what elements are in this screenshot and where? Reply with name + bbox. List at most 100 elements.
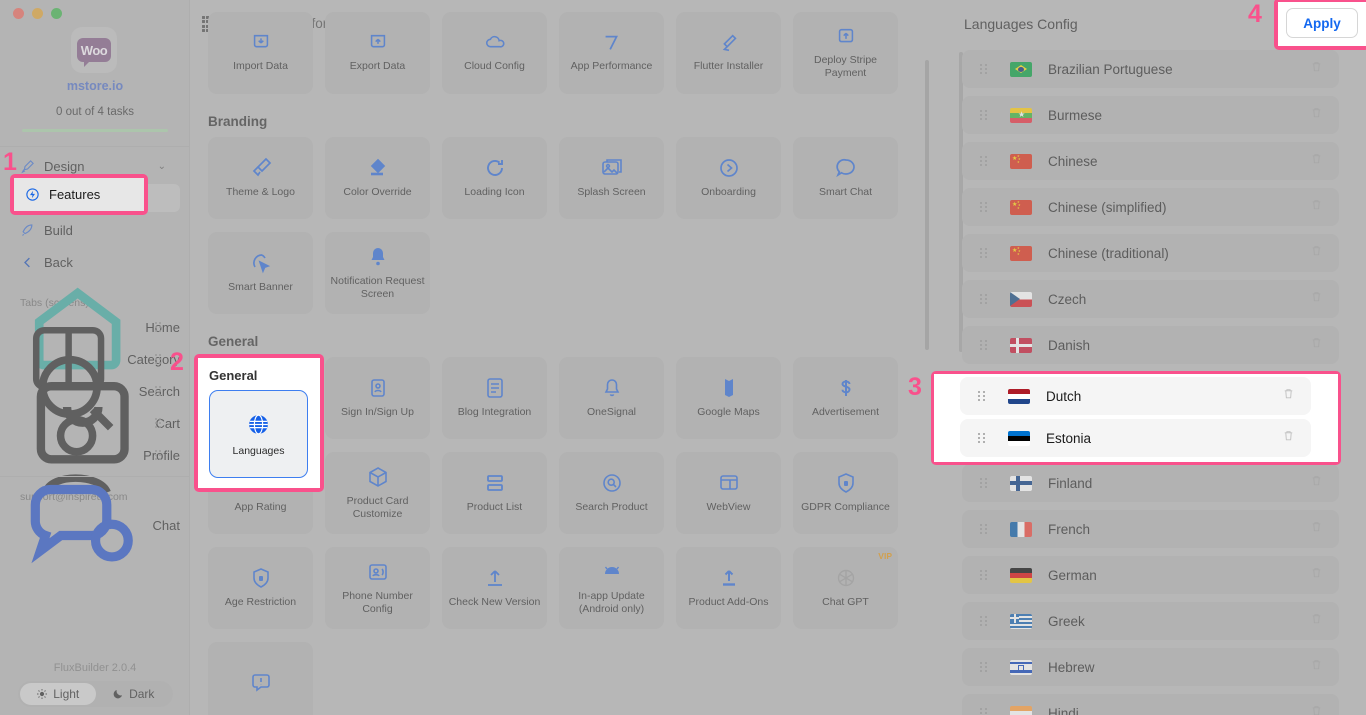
- drag-handle-icon[interactable]: [980, 64, 988, 75]
- feature-card-export-data[interactable]: Export Data: [325, 12, 430, 94]
- delete-language-button[interactable]: [1310, 519, 1323, 539]
- feature-card-product-card-customize[interactable]: Product Card Customize: [325, 452, 430, 534]
- sidebar-item-features-highlighted[interactable]: Features: [14, 178, 144, 211]
- delete-language-button[interactable]: [1310, 473, 1323, 493]
- feature-card-phone-number-config[interactable]: Phone Number Config: [325, 547, 430, 629]
- window-controls[interactable]: [13, 8, 62, 19]
- delete-language-button[interactable]: [1310, 151, 1323, 171]
- feature-card-age-restriction[interactable]: Age Restriction: [208, 547, 313, 629]
- drag-handle-icon[interactable]: [980, 662, 988, 673]
- feature-card-flutter-installer[interactable]: Flutter Installer: [676, 12, 781, 94]
- language-row[interactable]: Danish: [962, 326, 1339, 364]
- delete-language-button[interactable]: [1310, 657, 1323, 677]
- delete-language-button[interactable]: [1310, 243, 1323, 263]
- drag-handle-icon[interactable]: [155, 322, 162, 332]
- feature-card-smart-banner[interactable]: Smart Banner: [208, 232, 313, 314]
- language-rows-highlighted[interactable]: Dutch Estonia: [934, 374, 1338, 462]
- feature-card-cloud-config[interactable]: Cloud Config: [442, 12, 547, 94]
- language-row[interactable]: Czech: [962, 280, 1339, 318]
- language-row[interactable]: French: [962, 510, 1339, 548]
- chevron-down-icon[interactable]: ⌄: [158, 161, 166, 172]
- drag-handle-icon[interactable]: [155, 450, 162, 460]
- feature-card-notification-request-screen[interactable]: Notification Request Screen: [325, 232, 430, 314]
- feature-card-webview[interactable]: WebView: [676, 452, 781, 534]
- delete-language-button[interactable]: [1310, 565, 1323, 585]
- language-row[interactable]: ★★★★Chinese (simplified): [962, 188, 1339, 226]
- delete-language-button[interactable]: [1310, 59, 1323, 79]
- feature-card-gdpr-compliance[interactable]: GDPR Compliance: [793, 452, 898, 534]
- feature-card-google-maps[interactable]: Google Maps: [676, 357, 781, 439]
- delete-language-button[interactable]: [1282, 428, 1295, 448]
- feature-card-product-add-ons[interactable]: Product Add-Ons: [676, 547, 781, 629]
- close-window-button[interactable]: [13, 8, 24, 19]
- delete-language-button[interactable]: [1310, 105, 1323, 125]
- delete-language-button[interactable]: [1310, 197, 1323, 217]
- feature-card-loading-icon[interactable]: Loading Icon: [442, 137, 547, 219]
- delete-language-button[interactable]: [1282, 386, 1295, 406]
- delete-language-button[interactable]: [1310, 335, 1323, 355]
- drag-handle-icon[interactable]: [980, 294, 988, 305]
- language-row[interactable]: Finland: [962, 464, 1339, 502]
- main-scrollbar[interactable]: [925, 60, 929, 350]
- feature-card-chat-gpt[interactable]: VIP Chat GPT: [793, 547, 898, 629]
- feature-card-import-data[interactable]: Import Data: [208, 12, 313, 94]
- feature-card-smart-chat[interactable]: Smart Chat: [793, 137, 898, 219]
- feature-card-onesignal[interactable]: OneSignal: [559, 357, 664, 439]
- language-row[interactable]: German: [962, 556, 1339, 594]
- language-row[interactable]: Brazilian Portuguese: [962, 50, 1339, 88]
- theme-option-dark[interactable]: Dark: [96, 683, 172, 705]
- feature-card-check-new-version[interactable]: Check New Version: [442, 547, 547, 629]
- drag-handle-icon[interactable]: [980, 708, 988, 715]
- language-row[interactable]: Greek: [962, 602, 1339, 640]
- feature-card-in-app-update[interactable]: In-app Update (Android only): [559, 547, 664, 629]
- language-row[interactable]: ★★★★Chinese (traditional): [962, 234, 1339, 272]
- tasks-progress-bar: [22, 129, 168, 132]
- language-row-dutch[interactable]: Dutch: [960, 377, 1311, 415]
- theme-option-light[interactable]: Light: [20, 683, 96, 705]
- language-row[interactable]: ★★★★Chinese: [962, 142, 1339, 180]
- feature-card-app-performance[interactable]: App Performance: [559, 12, 664, 94]
- feature-card-splash-screen[interactable]: Splash Screen: [559, 137, 664, 219]
- feature-card-product-list[interactable]: Product List: [442, 452, 547, 534]
- chevron-circle-icon: [717, 156, 741, 180]
- drag-handle-icon[interactable]: [980, 524, 988, 535]
- sidebar-item-chat[interactable]: Chat: [10, 512, 180, 538]
- drag-handle-icon[interactable]: [980, 340, 988, 351]
- apply-area-highlighted: Apply: [1278, 2, 1366, 46]
- language-row[interactable]: Hindi: [962, 694, 1339, 715]
- feature-card-advertisement[interactable]: Advertisement: [793, 357, 898, 439]
- drag-handle-icon[interactable]: [155, 418, 162, 428]
- feature-card-search-product[interactable]: Search Product: [559, 452, 664, 534]
- languages-card[interactable]: Languages: [209, 390, 308, 478]
- drag-handle-icon[interactable]: [978, 433, 986, 444]
- drag-handle-icon[interactable]: [980, 202, 988, 213]
- drag-handle-icon[interactable]: [980, 110, 988, 121]
- feature-card-deploy-stripe-payment[interactable]: Deploy Stripe Payment: [793, 12, 898, 94]
- store-name[interactable]: mstore.io: [0, 79, 190, 93]
- feature-card-onboarding[interactable]: Onboarding: [676, 137, 781, 219]
- zoom-window-button[interactable]: [51, 8, 62, 19]
- drag-handle-icon[interactable]: [980, 248, 988, 259]
- feature-card-partial[interactable]: [208, 642, 313, 715]
- delete-language-button[interactable]: [1310, 289, 1323, 309]
- language-row[interactable]: ★Burmese: [962, 96, 1339, 134]
- drag-handle-icon[interactable]: [980, 570, 988, 581]
- feature-card-blog-integration[interactable]: Blog Integration: [442, 357, 547, 439]
- delete-language-button[interactable]: [1310, 611, 1323, 631]
- apply-button[interactable]: Apply: [1286, 8, 1358, 38]
- drag-handle-icon[interactable]: [155, 386, 162, 396]
- drag-handle-icon[interactable]: [980, 478, 988, 489]
- sidebar-item-build[interactable]: Build: [10, 216, 180, 244]
- minimize-window-button[interactable]: [32, 8, 43, 19]
- delete-language-button[interactable]: [1310, 703, 1323, 715]
- theme-toggle[interactable]: Light Dark: [18, 681, 173, 707]
- drag-handle-icon[interactable]: [980, 616, 988, 627]
- language-row[interactable]: Hebrew: [962, 648, 1339, 686]
- feature-card-color-override[interactable]: Color Override: [325, 137, 430, 219]
- language-row-estonia[interactable]: Estonia: [960, 419, 1311, 457]
- feature-card-theme-logo[interactable]: Theme & Logo: [208, 137, 313, 219]
- drag-handle-icon[interactable]: [155, 354, 162, 364]
- feature-card-sign-in-sign-up[interactable]: Sign In/Sign Up: [325, 357, 430, 439]
- drag-handle-icon[interactable]: [978, 391, 986, 402]
- drag-handle-icon[interactable]: [980, 156, 988, 167]
